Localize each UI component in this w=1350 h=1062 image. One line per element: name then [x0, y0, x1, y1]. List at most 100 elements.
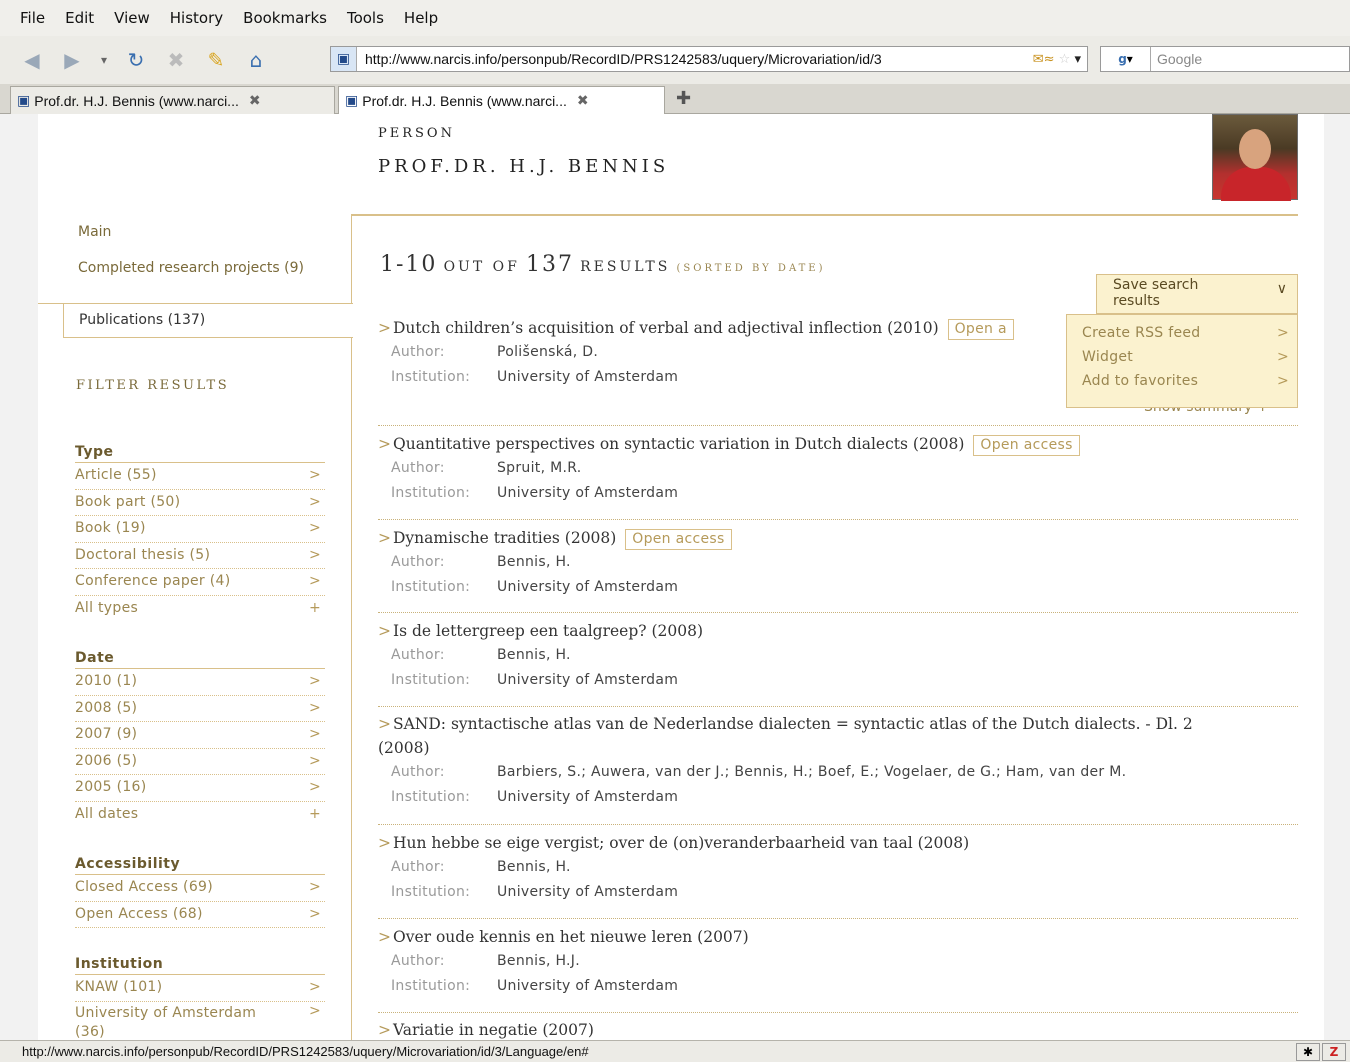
menu-history[interactable]: History: [170, 9, 223, 27]
search-bar[interactable]: g ▾ Google: [1100, 46, 1350, 72]
chevron-down-icon: ∨: [1276, 281, 1287, 297]
result-author: Bennis, H.: [497, 859, 571, 875]
menu-view[interactable]: View: [114, 9, 150, 27]
result-title-link[interactable]: Dutch children’s acquisition of verbal a…: [393, 319, 939, 337]
filter-item-all-types[interactable]: All types +: [75, 596, 325, 623]
search-input[interactable]: Google: [1151, 51, 1202, 67]
result-item: > Over oude kennis en het nieuwe leren (2…: [378, 925, 1298, 1013]
nav-completed-projects-link[interactable]: Completed research projects (9): [78, 259, 328, 278]
result-title-link[interactable]: Variatie in negatie (2007): [393, 1021, 594, 1039]
result-title-link[interactable]: Quantitative perspectives on syntactic v…: [393, 435, 964, 453]
search-engine-icon[interactable]: g ▾: [1101, 47, 1151, 71]
filter-item[interactable]: 2010 (1) >: [75, 669, 325, 696]
menu-item-widget[interactable]: Widget >: [1067, 349, 1297, 373]
new-tab-icon[interactable]: ✚: [676, 88, 691, 109]
filter-item[interactable]: 2005 (16) >: [75, 775, 325, 802]
filter-item[interactable]: Article (55) >: [75, 463, 325, 490]
rss-icon[interactable]: ✉≈ ☆ ▾: [1033, 52, 1087, 67]
save-search-results-button[interactable]: Save search results ∨: [1096, 274, 1298, 314]
tab-title: Prof.dr. H.J. Bennis (www.narci...: [362, 92, 567, 109]
chevron-right-icon: >: [1276, 373, 1289, 389]
filter-item[interactable]: 2008 (5) >: [75, 696, 325, 722]
chevron-right-icon: >: [308, 879, 321, 895]
home-icon[interactable]: ⌂: [240, 44, 272, 76]
clear-history-icon[interactable]: ✎: [200, 44, 232, 76]
tab-title: Prof.dr. H.J. Bennis (www.narci...: [34, 92, 239, 109]
menu-tools[interactable]: Tools: [347, 9, 384, 27]
result-author: Bennis, H.J.: [497, 953, 580, 969]
filter-item[interactable]: Conference paper (4) >: [75, 569, 325, 596]
nav-main-link[interactable]: Main: [78, 224, 111, 240]
filter-item[interactable]: Doctoral thesis (5) >: [75, 543, 325, 569]
filter-item[interactable]: KNAW (101) >: [75, 975, 325, 1002]
back-icon[interactable]: ◀: [16, 44, 48, 76]
result-institution: University of Amsterdam: [497, 789, 679, 805]
result-author: Bennis, H.: [497, 647, 571, 663]
result-title-link[interactable]: SAND: syntactische atlas van de Nederlan…: [393, 715, 1193, 733]
filter-group-institution: Institution KNAW (101) > University of Am…: [75, 956, 325, 1040]
filter-group-date: Date 2010 (1) > 2008 (5) > 2007 (9) > 2006 …: [75, 650, 325, 828]
tab-2[interactable]: ▣ Prof.dr. H.J. Bennis (www.narci... ✖: [338, 86, 665, 114]
result-institution: University of Amsterdam: [497, 672, 679, 688]
result-institution: University of Amsterdam: [497, 369, 679, 385]
results-count: 1-10 OUT OF 137 RESULTS (SORTED BY DATE): [380, 252, 826, 277]
result-title-link[interactable]: Over oude kennis en het nieuwe leren (20…: [393, 928, 749, 946]
chevron-right-icon: >: [378, 834, 391, 852]
nav-publications-tab[interactable]: Publications (137): [63, 303, 353, 338]
chevron-right-icon: >: [308, 520, 321, 536]
filter-item[interactable]: Book part (50) >: [75, 490, 325, 516]
menu-item-create-rss-feed[interactable]: Create RSS feed >: [1067, 325, 1297, 349]
open-access-badge: Open access: [625, 529, 732, 550]
bookmark-star-icon[interactable]: ☆: [1059, 52, 1071, 67]
chevron-right-icon: >: [308, 546, 321, 563]
result-institution: University of Amsterdam: [497, 485, 679, 501]
tab-1[interactable]: ▣ Prof.dr. H.J. Bennis (www.narci... ✖: [10, 86, 335, 114]
zotero-icon[interactable]: Z: [1322, 1043, 1346, 1061]
menu-edit[interactable]: Edit: [65, 9, 94, 27]
tab-favicon-icon: ▣: [17, 92, 31, 108]
address-bar[interactable]: ▣ http://www.narcis.info/personpub/Recor…: [330, 46, 1088, 72]
filter-item[interactable]: 2006 (5) >: [75, 749, 325, 775]
filter-group-accessibility: Accessibility Closed Access (69) > Open A…: [75, 856, 325, 928]
firebug-icon[interactable]: ✱: [1296, 1043, 1320, 1061]
divider: [63, 337, 352, 338]
person-label: PERSON: [378, 126, 455, 141]
forward-icon[interactable]: ▶: [56, 44, 88, 76]
tab-strip: ▣ Prof.dr. H.J. Bennis (www.narci... ✖ ▣…: [0, 84, 1350, 114]
filter-item[interactable]: University of Amsterdam (36) >: [75, 1002, 325, 1041]
chevron-right-icon: >: [378, 622, 391, 640]
close-tab-icon[interactable]: ✖: [577, 92, 589, 109]
result-item: > Variatie in negatie (2007): [378, 1018, 1298, 1040]
menu-item-add-to-favorites[interactable]: Add to favorites >: [1067, 373, 1297, 397]
filter-item[interactable]: 2007 (9) >: [75, 722, 325, 749]
chevron-right-icon: >: [308, 673, 321, 689]
reload-icon[interactable]: ↻: [120, 44, 152, 76]
result-institution: University of Amsterdam: [497, 884, 679, 900]
chevron-right-icon: >: [378, 928, 391, 946]
filter-item-all-dates[interactable]: All dates +: [75, 802, 325, 829]
chevron-right-icon: >: [308, 979, 321, 995]
person-name: PROF.DR. H.J. BENNIS: [378, 156, 670, 177]
chevron-right-icon: >: [308, 726, 321, 742]
result-title-link[interactable]: Hun hebbe se eige vergist; over de (on)v…: [393, 834, 969, 852]
address-input[interactable]: http://www.narcis.info/personpub/RecordI…: [357, 51, 1033, 67]
open-access-badge: Open a: [947, 319, 1014, 340]
result-author: Spruit, M.R.: [497, 460, 582, 476]
filter-item[interactable]: Closed Access (69) >: [75, 875, 325, 902]
menu-help[interactable]: Help: [404, 9, 438, 27]
history-dropdown-icon[interactable]: ▾: [96, 44, 112, 76]
stop-icon[interactable]: ✖: [160, 44, 192, 76]
chevron-right-icon: >: [378, 435, 391, 453]
result-title-link[interactable]: Dynamische tradities (2008): [393, 529, 616, 547]
chevron-right-icon: >: [308, 493, 321, 510]
filter-item[interactable]: Book (19) >: [75, 516, 325, 543]
result-author: Barbiers, S.; Auwera, van der J.; Bennis…: [497, 764, 1127, 780]
chevron-right-icon: >: [308, 752, 321, 769]
menu-file[interactable]: File: [20, 9, 45, 27]
url-dropdown-icon[interactable]: ▾: [1074, 52, 1081, 67]
result-title-link[interactable]: Is de lettergreep een taalgreep? (2008): [393, 622, 703, 640]
close-tab-icon[interactable]: ✖: [249, 92, 261, 109]
filter-item[interactable]: Open Access (68) >: [75, 902, 325, 928]
menu-bookmarks[interactable]: Bookmarks: [243, 9, 327, 27]
chevron-right-icon: >: [378, 319, 391, 337]
